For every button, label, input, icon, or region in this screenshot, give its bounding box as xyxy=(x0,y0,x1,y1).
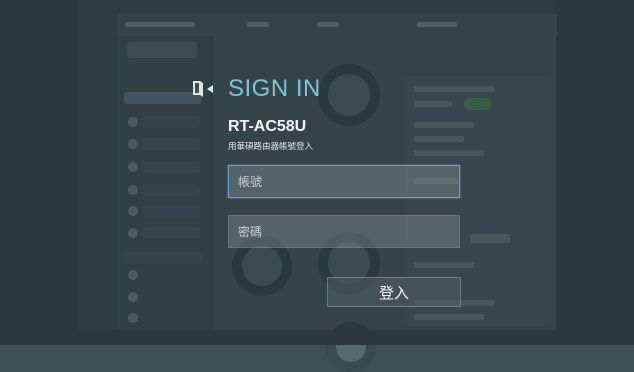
username-input[interactable] xyxy=(228,165,460,198)
sign-in-title: SIGN IN xyxy=(228,75,321,102)
password-input[interactable] xyxy=(228,215,460,248)
sign-in-description: 用華碩路由器帳號登入 xyxy=(228,142,314,152)
sign-in-door-icon xyxy=(193,81,213,97)
router-model-name: RT-AC58U xyxy=(228,118,307,135)
sign-in-button[interactable]: 登入 xyxy=(327,277,461,307)
